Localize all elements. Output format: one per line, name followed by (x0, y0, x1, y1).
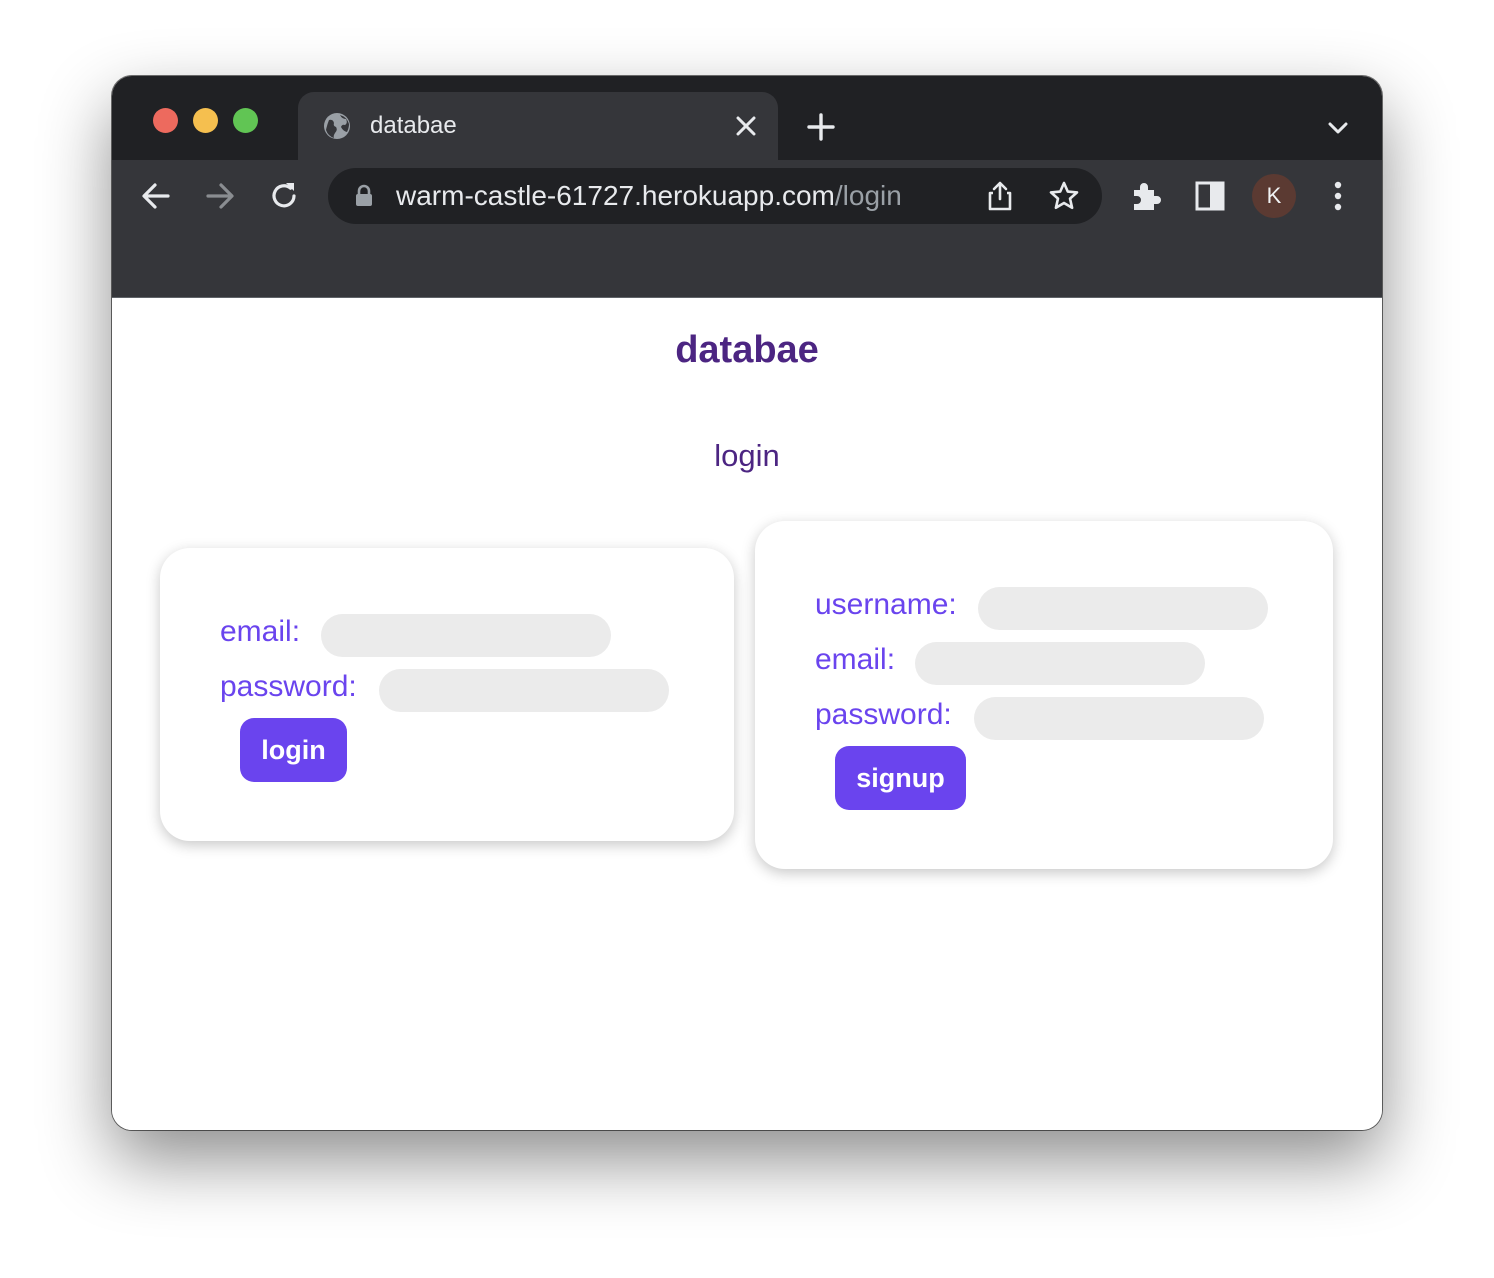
signup-button[interactable]: signup (835, 746, 966, 810)
kebab-menu-icon[interactable] (1320, 178, 1356, 214)
tab-strip: databae (112, 76, 1382, 160)
signup-username-label: username: (815, 588, 957, 621)
globe-icon (322, 111, 352, 141)
address-bar[interactable]: warm-castle-61727.herokuapp.com/login (328, 168, 1102, 224)
puzzle-icon[interactable] (1128, 178, 1164, 214)
close-icon[interactable] (734, 114, 758, 138)
zoom-window-button[interactable] (233, 108, 258, 133)
browser-toolbar: warm-castle-61727.herokuapp.com/login K (112, 160, 1382, 298)
signup-password-label: password: (815, 698, 952, 731)
signup-email-field[interactable] (915, 642, 1205, 685)
login-email-field[interactable] (321, 614, 611, 657)
star-icon[interactable] (1048, 180, 1080, 212)
login-button[interactable]: login (240, 718, 347, 782)
login-password-label: password: (220, 670, 357, 703)
page-content: databae login email: password: login use… (112, 298, 1382, 1130)
share-icon[interactable] (984, 180, 1016, 212)
login-email-label: email: (220, 615, 301, 648)
tab-active[interactable]: databae (298, 92, 778, 160)
login-password-field[interactable] (379, 669, 669, 712)
chevron-down-icon[interactable] (1324, 114, 1352, 142)
signup-card: username: email: password: signup (755, 521, 1333, 869)
minimize-window-button[interactable] (193, 108, 218, 133)
side-panel-icon[interactable] (1192, 178, 1228, 214)
url-host: warm-castle-61727.herokuapp.com (396, 180, 835, 211)
reload-icon[interactable] (266, 178, 302, 214)
url-text: warm-castle-61727.herokuapp.com/login (396, 180, 902, 212)
close-window-button[interactable] (153, 108, 178, 133)
url-path: /login (834, 180, 902, 211)
signup-password-field[interactable] (974, 697, 1264, 740)
profile-avatar[interactable]: K (1252, 174, 1296, 218)
login-card: email: password: login (160, 548, 734, 841)
signup-email-label: email: (815, 643, 896, 676)
lock-icon[interactable] (354, 184, 374, 208)
tab-title: databae (370, 112, 457, 139)
browser-window: databae warm-castle-61727.herokuapp.com/… (112, 76, 1382, 1130)
arrow-right-icon[interactable] (202, 178, 238, 214)
signup-username-field[interactable] (978, 587, 1268, 630)
plus-icon[interactable] (806, 112, 836, 142)
page-title: login (714, 438, 780, 473)
arrow-left-icon[interactable] (138, 178, 174, 214)
site-title[interactable]: databae (112, 326, 1382, 374)
